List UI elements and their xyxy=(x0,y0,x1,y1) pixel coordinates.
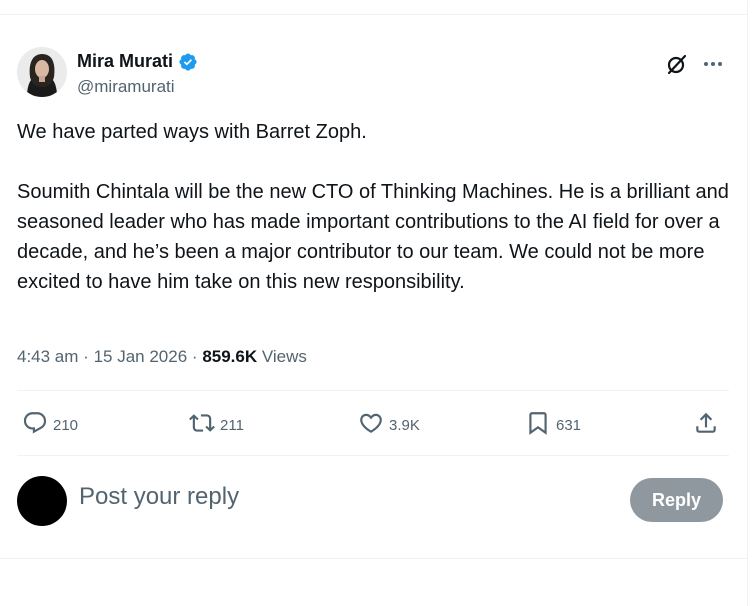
author-avatar[interactable] xyxy=(17,47,67,97)
actions-divider xyxy=(17,455,729,456)
like-count: 3.9K xyxy=(389,416,420,434)
repost-count: 211 xyxy=(220,416,244,434)
tweet-paragraph: Soumith Chintala will be the new CTO of … xyxy=(17,181,729,293)
tweet-date[interactable]: 15 Jan 2026 xyxy=(94,347,188,366)
repost-action-button[interactable]: 211 xyxy=(189,408,244,442)
bookmark-icon xyxy=(525,410,551,440)
share-action-button[interactable] xyxy=(693,408,719,442)
views-count: 859.6K xyxy=(202,347,258,366)
meta-divider xyxy=(17,390,729,391)
tweet-header: Mira Murati @miramurati xyxy=(17,47,729,102)
reply-count: 210 xyxy=(53,416,79,434)
reply-input[interactable]: Post your reply xyxy=(79,483,239,511)
heart-icon xyxy=(358,410,384,440)
repost-icon xyxy=(189,410,215,440)
reply-action-button[interactable]: 210 xyxy=(22,408,78,442)
reply-icon xyxy=(22,410,48,440)
reply-composer: Post your reply Reply xyxy=(17,476,729,528)
top-divider xyxy=(0,14,748,15)
bookmark-count: 631 xyxy=(556,416,582,434)
meta-separator: · xyxy=(83,347,89,366)
views-label: Views xyxy=(261,347,307,366)
verified-badge-icon xyxy=(178,52,198,72)
more-options-icon[interactable] xyxy=(700,52,726,76)
reply-button[interactable]: Reply xyxy=(630,478,723,522)
tweet-meta: 4:43 am · 15 Jan 2026 · 859.6K Views xyxy=(17,347,307,367)
share-icon xyxy=(693,410,719,440)
author-display-name[interactable]: Mira Murati xyxy=(77,51,173,72)
like-action-button[interactable]: 3.9K xyxy=(358,408,420,442)
author-handle[interactable]: @miramurati xyxy=(77,77,175,97)
bookmark-action-button[interactable]: 631 xyxy=(525,408,581,442)
user-avatar[interactable] xyxy=(17,476,67,526)
tweet-time[interactable]: 4:43 am xyxy=(17,347,78,366)
grok-icon[interactable] xyxy=(665,52,689,76)
author-name-row: Mira Murati xyxy=(77,51,198,72)
meta-separator: · xyxy=(191,347,198,366)
tweet-text: We have parted ways with Barret Zoph. So… xyxy=(17,117,729,297)
tweet-paragraph: We have parted ways with Barret Zoph. xyxy=(17,121,367,143)
tweet-card: Mira Murati @miramurati We have parted w… xyxy=(0,0,748,606)
bottom-divider xyxy=(0,558,748,559)
